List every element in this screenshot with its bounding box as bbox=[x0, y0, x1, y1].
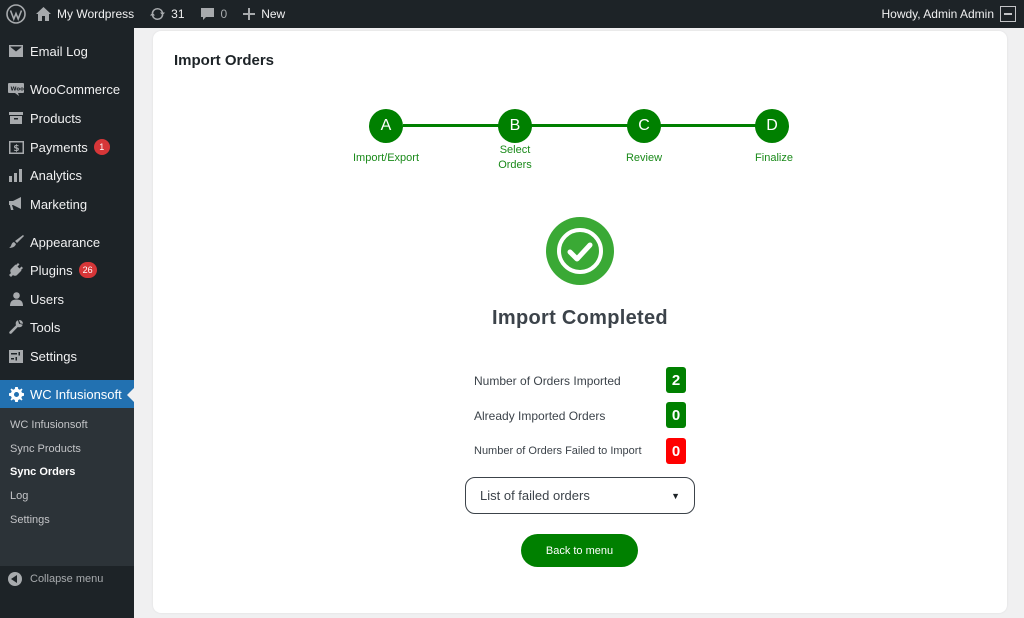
collapse-menu-button[interactable]: Collapse menu bbox=[8, 572, 103, 586]
sidebar-item-label: WooCommerce bbox=[30, 81, 121, 97]
my-account[interactable]: Howdy, Admin Admin bbox=[882, 0, 1024, 28]
stat-label-already-imported: Already Imported Orders bbox=[474, 409, 606, 423]
admin-bar: My Wordpress 31 0 New Howdy, Admin Admin bbox=[0, 0, 1024, 28]
step-label-b: Select Orders bbox=[498, 144, 532, 171]
stepper-connector-line bbox=[403, 124, 771, 127]
sidebar-item-analytics[interactable]: Analytics bbox=[0, 161, 134, 189]
sidebar-item-label: Payments bbox=[30, 139, 88, 155]
import-completed-heading: Import Completed bbox=[492, 307, 668, 329]
settings-icon bbox=[8, 348, 24, 364]
payments-count-badge: 1 bbox=[93, 139, 110, 155]
paintbrush-icon bbox=[8, 234, 24, 250]
comment-icon bbox=[200, 7, 214, 21]
page-title: Import Orders bbox=[174, 52, 275, 69]
sidebar-item-woocommerce[interactable]: Woo WooCommerce bbox=[0, 75, 134, 103]
refresh-icon bbox=[150, 7, 166, 21]
submenu-item-log[interactable]: Log bbox=[10, 486, 28, 506]
stat-value-already-imported: 0 bbox=[666, 402, 686, 428]
new-label: New bbox=[261, 7, 286, 21]
import-orders-panel: Import Orders A B C D Import/Export Sele… bbox=[153, 31, 1007, 613]
collapse-menu-label: Collapse menu bbox=[30, 573, 104, 585]
sidebar-item-label: Marketing bbox=[30, 196, 88, 212]
sidebar-item-marketing[interactable]: Marketing bbox=[0, 190, 134, 218]
updates-count: 31 bbox=[171, 7, 185, 21]
svg-text:Woo: Woo bbox=[11, 86, 25, 92]
step-circle-d: D bbox=[755, 109, 789, 143]
back-to-menu-button[interactable]: Back to menu bbox=[521, 534, 638, 567]
step-circle-a: A bbox=[369, 109, 403, 143]
sidebar-item-label: Settings bbox=[30, 348, 77, 364]
sidebar-item-tools[interactable]: Tools bbox=[0, 313, 134, 341]
collapse-arrow-icon bbox=[8, 572, 22, 586]
new-content-link[interactable]: New bbox=[237, 0, 291, 28]
sidebar-item-wc-infusionsoft[interactable]: WC Infusionsoft bbox=[0, 380, 134, 408]
step-circle-b: B bbox=[498, 109, 532, 143]
submenu-item-settings[interactable]: Settings bbox=[10, 510, 50, 530]
failed-orders-dropdown[interactable]: List of failed orders ▼ bbox=[465, 477, 695, 514]
sidebar-item-label: Products bbox=[30, 110, 82, 126]
sidebar-item-label: WC Infusionsoft bbox=[30, 386, 122, 402]
howdy-greeting: Howdy, Admin Admin bbox=[881, 7, 995, 21]
site-name-link[interactable]: My Wordpress bbox=[30, 0, 140, 28]
plugins-count-badge: 26 bbox=[78, 262, 97, 278]
site-name: My Wordpress bbox=[57, 7, 135, 21]
submenu-item-sync-orders[interactable]: Sync Orders bbox=[10, 462, 75, 482]
sidebar-item-payments[interactable]: $ Payments 1 bbox=[0, 133, 134, 161]
sidebar-item-email-log[interactable]: Email Log bbox=[0, 37, 134, 65]
svg-text:$: $ bbox=[13, 144, 19, 154]
plus-icon bbox=[243, 8, 256, 20]
sidebar-item-label: Tools bbox=[30, 319, 61, 335]
sidebar-item-users[interactable]: Users bbox=[0, 285, 134, 313]
woocommerce-icon: Woo bbox=[8, 81, 24, 97]
sidebar-item-label: Email Log bbox=[30, 43, 88, 59]
admin-sidebar: Email Log Woo WooCommerce Products $ Pay… bbox=[0, 28, 134, 618]
step-label-a: Import/Export bbox=[352, 152, 420, 164]
sidebar-item-label: Plugins bbox=[30, 262, 73, 278]
failed-orders-dropdown-value: List of failed orders bbox=[480, 488, 590, 503]
success-check-icon bbox=[546, 217, 614, 285]
sidebar-item-products[interactable]: Products bbox=[0, 104, 134, 132]
wordpress-logo-icon[interactable] bbox=[2, 0, 30, 28]
submenu-item-wc-infusionsoft[interactable]: WC Infusionsoft bbox=[10, 415, 88, 435]
sidebar-item-label: Appearance bbox=[30, 234, 101, 250]
megaphone-icon bbox=[8, 196, 24, 212]
gear-icon bbox=[8, 386, 24, 402]
plug-icon bbox=[8, 262, 24, 278]
sidebar-item-label: Users bbox=[30, 291, 64, 307]
step-label-d: Finalize bbox=[755, 152, 793, 164]
dollar-icon: $ bbox=[8, 139, 24, 155]
sidebar-item-appearance[interactable]: Appearance bbox=[0, 228, 134, 256]
submenu-item-sync-products[interactable]: Sync Products bbox=[10, 439, 81, 459]
updates-link[interactable]: 31 bbox=[144, 0, 190, 28]
sidebar-item-plugins[interactable]: Plugins 26 bbox=[0, 256, 134, 284]
step-label-c: Review bbox=[625, 152, 663, 164]
stat-label-orders-imported: Number of Orders Imported bbox=[474, 374, 621, 388]
sidebar-item-label: Analytics bbox=[30, 167, 83, 183]
stat-value-orders-imported: 2 bbox=[666, 367, 686, 393]
archive-icon bbox=[8, 110, 24, 126]
avatar bbox=[1000, 6, 1016, 22]
email-icon bbox=[8, 43, 24, 59]
comments-link[interactable]: 0 bbox=[195, 0, 234, 28]
stat-value-failed-import: 0 bbox=[666, 438, 686, 464]
home-icon bbox=[36, 7, 51, 21]
bar-chart-icon bbox=[8, 167, 24, 183]
wrench-icon bbox=[8, 319, 24, 335]
comments-count: 0 bbox=[220, 7, 228, 21]
sidebar-item-settings[interactable]: Settings bbox=[0, 342, 134, 370]
stat-label-failed-import: Number of Orders Failed to Import bbox=[474, 445, 642, 457]
wc-infusionsoft-submenu: WC Infusionsoft Sync Products Sync Order… bbox=[0, 408, 134, 566]
user-icon bbox=[8, 291, 24, 307]
step-circle-c: C bbox=[627, 109, 661, 143]
caret-down-icon: ▼ bbox=[671, 490, 680, 501]
